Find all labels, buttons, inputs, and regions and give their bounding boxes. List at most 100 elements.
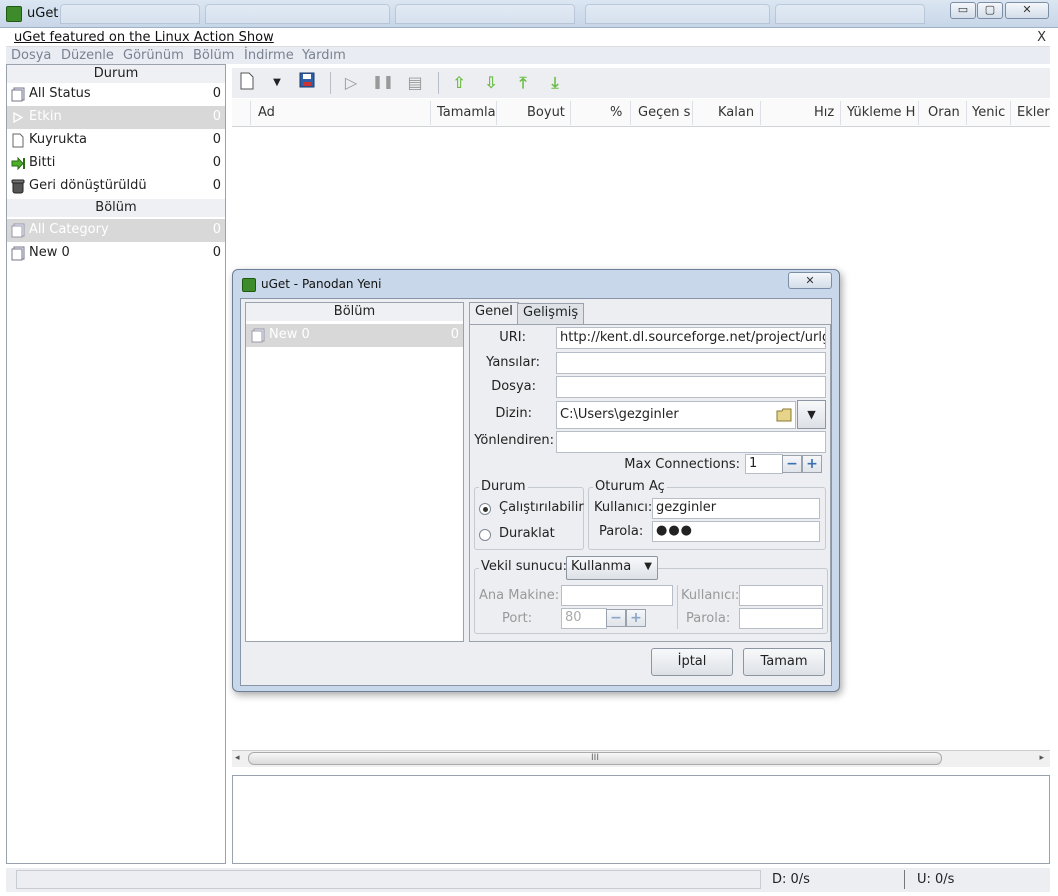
document-icon (12, 133, 24, 148)
category-item-label: New 0 (29, 245, 70, 260)
menu-bolum[interactable]: Bölüm (193, 48, 234, 63)
background-tab[interactable] (585, 4, 770, 24)
maximize-button[interactable]: ▢ (977, 2, 1003, 19)
save-icon[interactable] (296, 72, 318, 94)
scrollbar-thumb[interactable]: III (248, 752, 942, 765)
column-upload-speed[interactable]: Yükleme H (847, 105, 915, 120)
column-added[interactable]: Ekler (1017, 105, 1050, 120)
port-input[interactable]: 80 (561, 608, 607, 629)
dialog-body: Bölüm New 0 0 Genel Gelişmiş URI: http:/… (240, 298, 832, 686)
increment-icon[interactable]: + (802, 455, 822, 473)
pause-radio[interactable] (479, 529, 491, 541)
status-item-count: 0 (212, 178, 221, 193)
referrer-label: Yönlendiren: (474, 433, 554, 448)
increment-icon[interactable]: + (626, 609, 646, 627)
password-label: Parola: (599, 524, 644, 539)
file-input[interactable] (556, 376, 826, 398)
dialog-close-button[interactable]: ✕ (788, 272, 832, 289)
background-tab[interactable] (60, 4, 200, 24)
menu-dosya[interactable]: Dosya (11, 48, 51, 63)
column-remaining[interactable]: Kalan (718, 105, 754, 120)
column-completed[interactable]: Tamamla (437, 105, 496, 120)
pause-icon[interactable]: ❚❚ (372, 72, 394, 94)
column-elapsed[interactable]: Geçen s (638, 105, 690, 120)
proxy-password-input[interactable] (739, 608, 823, 629)
move-up-icon[interactable]: ⇧ (448, 72, 470, 94)
category-icon (11, 246, 25, 261)
state-legend: Durum (479, 479, 528, 494)
menu-duzenle[interactable]: Düzenle (61, 48, 114, 63)
max-connections-input[interactable]: 1 (745, 454, 783, 474)
status-item-active[interactable]: Etkin 0 (7, 106, 225, 129)
minimize-button[interactable]: ▭ (950, 2, 976, 19)
new-from-clipboard-dialog: uGet - Panodan Yeni ✕ Bölüm New 0 0 Gene… (232, 269, 840, 692)
scroll-right-icon[interactable]: ▸ (1039, 753, 1044, 763)
status-message-field (16, 870, 761, 889)
status-item-queued[interactable]: Kuyrukta 0 (7, 129, 225, 152)
background-tab[interactable] (775, 4, 925, 24)
banner-link[interactable]: uGet featured on the Linux Action Show (14, 30, 274, 45)
dialog-category-item[interactable]: New 0 0 (246, 324, 463, 347)
status-item-recycled[interactable]: Geri dönüştürüldü 0 (7, 175, 225, 198)
column-size[interactable]: Boyut (527, 105, 565, 120)
tab-advanced[interactable]: Gelişmiş (517, 303, 585, 324)
proxy-select[interactable]: Kullanma ▼ (566, 556, 658, 580)
background-tab[interactable] (395, 4, 575, 24)
referrer-input[interactable] (556, 431, 826, 453)
category-item-all[interactable]: All Category 0 (7, 219, 225, 242)
download-speed: D: 0/s (772, 872, 810, 887)
decrement-icon[interactable]: − (782, 455, 802, 473)
column-percent[interactable]: % (610, 105, 622, 120)
dialog-category-header: Bölüm (246, 303, 463, 321)
host-input[interactable] (561, 585, 673, 606)
status-item-finished[interactable]: Bitti 0 (7, 152, 225, 175)
mirrors-input[interactable] (556, 352, 826, 374)
folder-icon[interactable] (776, 408, 792, 422)
category-icon (251, 328, 265, 343)
category-item-new0[interactable]: New 0 0 (7, 242, 225, 265)
column-retry[interactable]: Yenic (972, 105, 1005, 120)
move-top-icon[interactable]: ⤒ (512, 72, 534, 94)
scroll-left-icon[interactable]: ◂ (235, 753, 240, 763)
runnable-radio[interactable] (479, 503, 491, 515)
move-down-icon[interactable]: ⇩ (480, 72, 502, 94)
max-connections-label: Max Connections: (624, 457, 740, 472)
menu-yardim[interactable]: Yardım (302, 48, 346, 63)
column-ratio[interactable]: Oran (928, 105, 960, 120)
cancel-button[interactable]: İptal (651, 648, 733, 676)
new-file-icon[interactable] (236, 72, 258, 94)
port-label: Port: (502, 611, 533, 626)
proxy-user-input[interactable] (739, 585, 823, 606)
dialog-title: uGet - Panodan Yeni (261, 277, 382, 291)
proxy-user-label: Kullanıcı: (681, 588, 740, 603)
folder-dropdown-button[interactable]: ▼ (797, 400, 826, 429)
uri-label: URI: (499, 330, 526, 345)
move-bottom-icon[interactable]: ⤓ (544, 72, 566, 94)
mirrors-label: Yansılar: (486, 355, 540, 370)
folder-input[interactable]: C:\Users\gezginler (556, 401, 796, 429)
play-icon (13, 111, 24, 124)
close-button[interactable]: ✕ (1005, 2, 1049, 19)
status-item-all[interactable]: All Status 0 (7, 83, 225, 106)
decrement-icon[interactable]: − (606, 609, 626, 627)
uget-app-icon (6, 6, 22, 22)
ok-button[interactable]: Tamam (743, 648, 825, 676)
properties-icon[interactable]: ▤ (404, 72, 426, 94)
general-tab-panel: URI: http://kent.dl.sourceforge.net/proj… (469, 324, 831, 642)
dropdown-arrow-icon[interactable]: ▼ (266, 72, 288, 94)
column-speed[interactable]: Hız (814, 105, 834, 120)
user-input[interactable]: gezginler (652, 498, 820, 519)
host-label: Ana Makine: (479, 588, 560, 603)
menu-indirme[interactable]: İndirme (244, 48, 294, 63)
uri-input[interactable]: http://kent.dl.sourceforge.net/project/u… (556, 327, 826, 349)
password-input[interactable]: ●●● (652, 521, 820, 542)
chevron-down-icon: ▼ (644, 561, 652, 572)
column-name[interactable]: Ad (258, 105, 275, 120)
login-group: Oturum Aç Kullanıcı: gezginler Parola: ●… (588, 479, 826, 550)
tab-general[interactable]: Genel (469, 302, 519, 324)
banner-close-button[interactable]: X (1037, 30, 1046, 45)
menu-gorunum[interactable]: Görünüm (123, 48, 184, 63)
background-tab[interactable] (205, 4, 390, 24)
pause-label: Duraklat (499, 526, 555, 541)
play-icon[interactable]: ▷ (340, 72, 362, 94)
